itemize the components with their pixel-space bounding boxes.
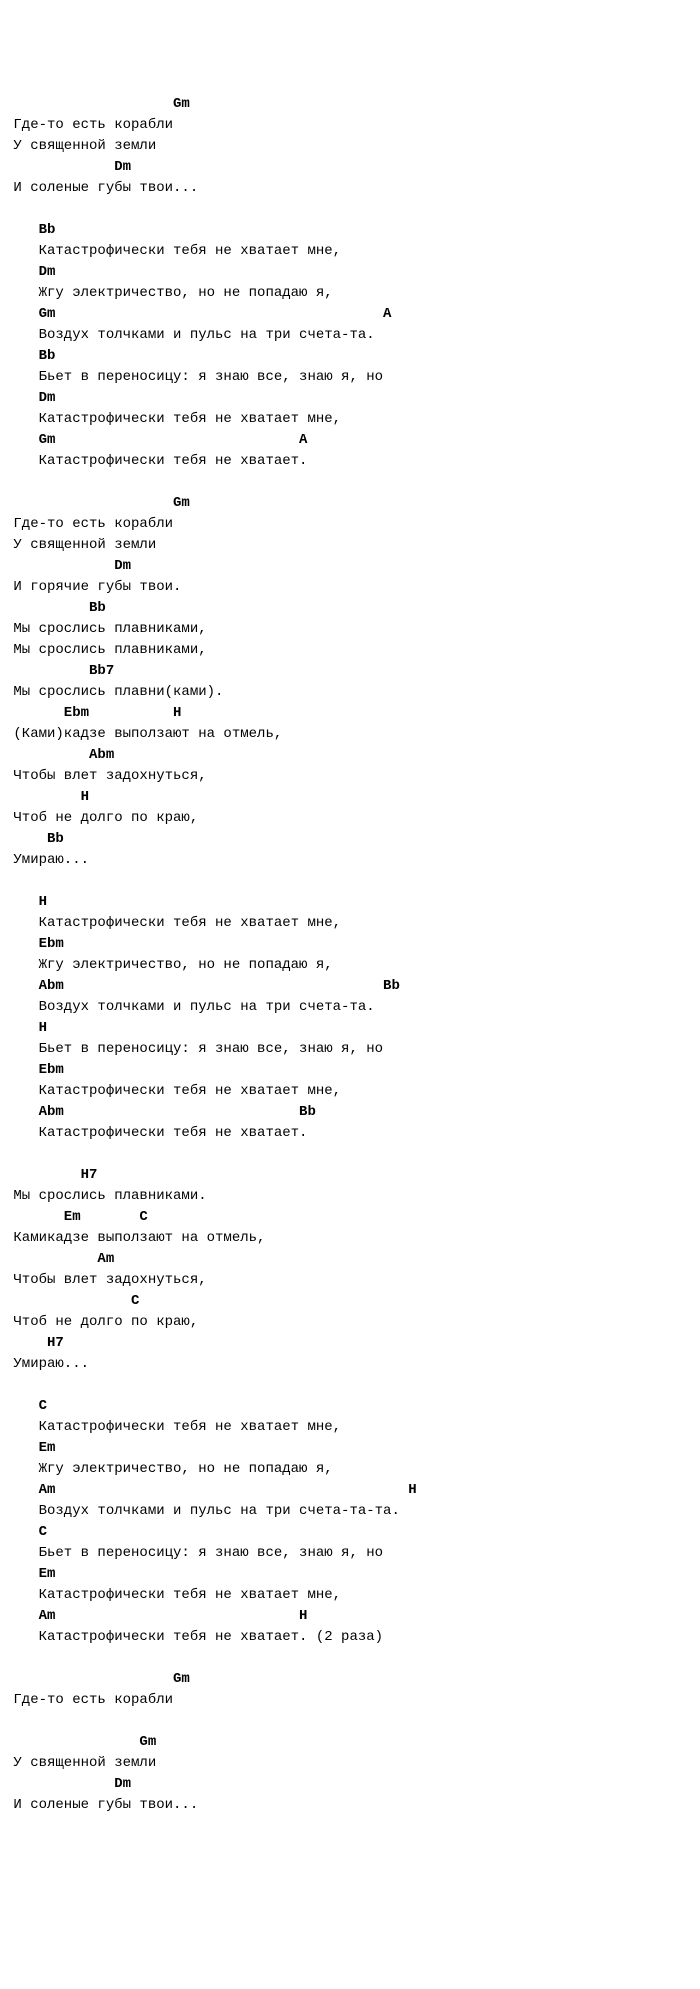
blank-line — [5, 1144, 695, 1165]
lyric-line: Катастрофически тебя не хватает мне, — [5, 1417, 695, 1438]
lyric-line: У священной земли — [5, 1753, 695, 1774]
chord-line: Bb — [5, 346, 695, 367]
lyric-line: Чтобы влет задохнуться, — [5, 1270, 695, 1291]
chord-line: C — [5, 1291, 695, 1312]
chord-line: C — [5, 1522, 695, 1543]
chord-line: Gm A — [5, 430, 695, 451]
chord-line: Gm — [5, 94, 695, 115]
blank-line — [5, 1711, 695, 1732]
chord-line: Ebm H — [5, 703, 695, 724]
chord-line: Am H — [5, 1606, 695, 1627]
lyric-line: Катастрофически тебя не хватает мне, — [5, 1585, 695, 1606]
chord-line: C — [5, 1396, 695, 1417]
chord-line: H7 — [5, 1165, 695, 1186]
chord-line: Gm A — [5, 304, 695, 325]
lyric-line: Бьет в переносицу: я знаю все, знаю я, н… — [5, 367, 695, 388]
lyric-line: Мы срослись плавниками, — [5, 640, 695, 661]
lyric-line: Катастрофически тебя не хватает. — [5, 451, 695, 472]
chord-line: Dm — [5, 262, 695, 283]
blank-line — [5, 1648, 695, 1669]
blank-line — [5, 1375, 695, 1396]
lyric-line: Катастрофически тебя не хватает мне, — [5, 1081, 695, 1102]
lyric-line: И соленые губы твои... — [5, 178, 695, 199]
chord-line: Gm — [5, 1669, 695, 1690]
lyric-line: Жгу электричество, но не попадаю я, — [5, 1459, 695, 1480]
chord-line: Dm — [5, 1774, 695, 1795]
chord-line: H — [5, 1018, 695, 1039]
chord-line: H7 — [5, 1333, 695, 1354]
lyric-line: Чтоб не долго по краю, — [5, 808, 695, 829]
lyric-line: Где-то есть корабли — [5, 514, 695, 535]
lyric-line: Воздух толчками и пульс на три счета-та. — [5, 997, 695, 1018]
chord-line: Em — [5, 1564, 695, 1585]
lyric-line: Где-то есть корабли — [5, 115, 695, 136]
chord-line: Dm — [5, 157, 695, 178]
chord-line: Gm — [5, 1732, 695, 1753]
lyric-line: Чтобы влет задохнуться, — [5, 766, 695, 787]
chord-line: Abm — [5, 745, 695, 766]
lyric-line: И соленые губы твои... — [5, 1795, 695, 1816]
lyric-line: Катастрофически тебя не хватает. — [5, 1123, 695, 1144]
lyric-line: Мы срослись плавниками, — [5, 619, 695, 640]
lyric-line: Воздух толчками и пульс на три счета-та-… — [5, 1501, 695, 1522]
lyric-line: И горячие губы твои. — [5, 577, 695, 598]
chord-line: H — [5, 787, 695, 808]
chord-sheet: Gm Где-то есть корабли У священной земли… — [5, 94, 695, 1816]
chord-line: Am H — [5, 1480, 695, 1501]
lyric-line: Катастрофически тебя не хватает мне, — [5, 241, 695, 262]
lyric-line: У священной земли — [5, 136, 695, 157]
chord-line: Dm — [5, 388, 695, 409]
lyric-line: (Ками)кадзе выползают на отмель, — [5, 724, 695, 745]
lyric-line: Жгу электричество, но не попадаю я, — [5, 283, 695, 304]
chord-line: Bb — [5, 829, 695, 850]
chord-line: Ebm — [5, 934, 695, 955]
lyric-line: У священной земли — [5, 535, 695, 556]
lyric-line: Мы срослись плавниками. — [5, 1186, 695, 1207]
chord-line: Abm Bb — [5, 1102, 695, 1123]
chord-line: Bb7 — [5, 661, 695, 682]
lyric-line: Чтоб не долго по краю, — [5, 1312, 695, 1333]
lyric-line: Катастрофически тебя не хватает мне, — [5, 409, 695, 430]
lyric-line: Воздух толчками и пульс на три счета-та. — [5, 325, 695, 346]
chord-line: H — [5, 892, 695, 913]
chord-line: Em — [5, 1438, 695, 1459]
chord-line: Bb — [5, 598, 695, 619]
blank-line — [5, 871, 695, 892]
lyric-line: Умираю... — [5, 850, 695, 871]
chord-line: Em C — [5, 1207, 695, 1228]
lyric-line: Катастрофически тебя не хватает мне, — [5, 913, 695, 934]
lyric-line: Умираю... — [5, 1354, 695, 1375]
lyric-line: Бьет в переносицу: я знаю все, знаю я, н… — [5, 1543, 695, 1564]
lyric-line: Жгу электричество, но не попадаю я, — [5, 955, 695, 976]
chord-line: Ebm — [5, 1060, 695, 1081]
lyric-line: Мы срослись плавни(ками). — [5, 682, 695, 703]
lyric-line: Бьет в переносицу: я знаю все, знаю я, н… — [5, 1039, 695, 1060]
chord-line: Dm — [5, 556, 695, 577]
blank-line — [5, 472, 695, 493]
lyric-line: Где-то есть корабли — [5, 1690, 695, 1711]
chord-line: Gm — [5, 493, 695, 514]
lyric-line: Катастрофически тебя не хватает. (2 раза… — [5, 1627, 695, 1648]
chord-line: Bb — [5, 220, 695, 241]
chord-line: Am — [5, 1249, 695, 1270]
lyric-line: Камикадзе выползают на отмель, — [5, 1228, 695, 1249]
blank-line — [5, 199, 695, 220]
chord-line: Abm Bb — [5, 976, 695, 997]
